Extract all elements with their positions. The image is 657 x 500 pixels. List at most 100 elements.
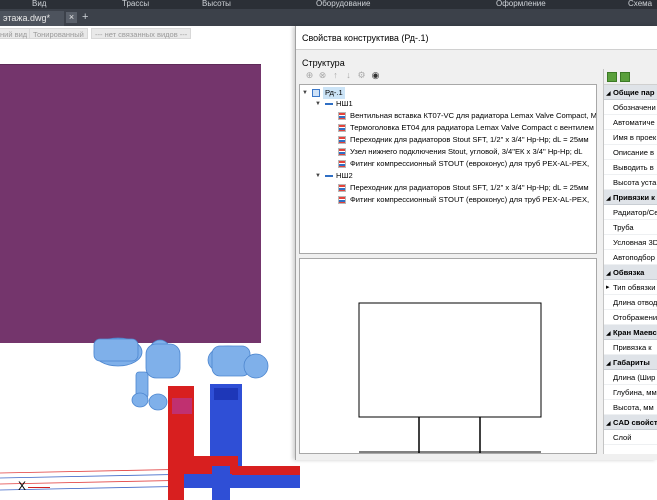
ribbon-bar: Вид Трассы Высоты Оборудование Оформлени…	[0, 0, 657, 9]
ucs-x-axis-line	[28, 487, 50, 488]
move-up-icon[interactable]: ↑	[330, 70, 341, 81]
property-label: Привязка к	[613, 343, 652, 352]
ribbon-tab-heights[interactable]: Высоты	[202, 0, 231, 8]
move-down-icon[interactable]: ↓	[343, 70, 354, 81]
tree-item-label: Вентильная вставка КТ07-VC для радиатора…	[350, 111, 597, 120]
property-category[interactable]: ◢ Привязки к	[604, 190, 657, 205]
property-label: Условная 3D	[613, 238, 657, 247]
fitting-icon	[338, 124, 346, 132]
fitting-icon	[338, 196, 346, 204]
property-row[interactable]: Труба	[604, 220, 657, 235]
tree-item[interactable]: Фитинг компрессионный STOUT (евроконус) …	[338, 194, 596, 206]
structure-label: Структура	[302, 58, 345, 68]
ucs-x-axis-label: X	[18, 479, 27, 493]
fitting-icon	[338, 160, 346, 168]
construct-properties-dialog: Свойства конструктива (Рд-.1) Структура …	[295, 26, 657, 460]
ribbon-tab-view[interactable]: Вид	[32, 0, 46, 8]
fitting-icon	[338, 136, 346, 144]
properties-toolbar	[604, 69, 657, 85]
properties-panel: ◢ Общие пар Обозначени Автоматиче Имя в прое…	[603, 69, 657, 454]
close-icon[interactable]: ×	[66, 12, 77, 23]
tree-item[interactable]: Переходник для радиаторов Stout SFT, 1/2…	[338, 134, 596, 146]
tree-item[interactable]: Вентильная вставка КТ07-VC для радиатора…	[338, 110, 597, 122]
fitting-icon	[338, 112, 346, 120]
property-label: Радиатор/Се	[613, 208, 657, 217]
radiator-piping	[0, 337, 300, 500]
property-category[interactable]: ◢ CAD свойст	[604, 415, 657, 430]
property-row[interactable]: Привязка к	[604, 340, 657, 355]
node-icon	[325, 175, 333, 177]
ribbon-tab-scheme[interactable]: Схема	[628, 0, 652, 8]
collapse-icon[interactable]: ▼	[302, 87, 308, 99]
tree-group[interactable]: ▼ НШ1	[315, 98, 595, 110]
property-label: Труба	[613, 223, 634, 232]
property-label: Кран Маевс	[613, 328, 657, 337]
property-label: Высота уста	[613, 178, 657, 187]
property-label: Габариты	[613, 358, 650, 367]
add-icon[interactable]: ⊕	[304, 70, 315, 81]
pipes	[168, 384, 300, 500]
tree-item-label: Переходник для радиаторов Stout SFT, 1/2…	[350, 135, 589, 144]
remove-icon[interactable]: ⊗	[317, 70, 328, 81]
property-row[interactable]: Обозначени	[604, 100, 657, 115]
file-tab-label: этажа.dwg*	[3, 13, 50, 23]
property-category[interactable]: ◢ Кран Маевс	[604, 325, 657, 340]
tools-icon[interactable]: ⚙	[356, 70, 367, 81]
property-label: Длина отвод	[613, 298, 657, 307]
property-row[interactable]: Глубина, мм	[604, 385, 657, 400]
property-row[interactable]: Тип обвязки	[604, 280, 657, 295]
property-label: Описание в	[613, 148, 655, 157]
new-tab-icon[interactable]: +	[82, 11, 92, 24]
property-label: Привязки к	[613, 193, 655, 202]
property-row[interactable]: Автоматиче	[604, 115, 657, 130]
property-row[interactable]: Имя в проек	[604, 130, 657, 145]
tree-item-label: Узел нижнего подключения Stout, угловой,…	[350, 147, 583, 156]
ribbon-tab-routes[interactable]: Трассы	[122, 0, 149, 8]
fitting-icon	[338, 184, 346, 192]
file-tab-bar: этажа.dwg* × +	[0, 9, 657, 26]
sort-alpha-icon[interactable]	[620, 72, 630, 82]
property-row[interactable]: Описание в	[604, 145, 657, 160]
property-row[interactable]: Высота, мм	[604, 400, 657, 415]
collapse-icon[interactable]: ▼	[315, 98, 321, 110]
property-row[interactable]: Выводить в	[604, 160, 657, 175]
file-tab[interactable]: этажа.dwg*	[0, 11, 64, 26]
property-label: Имя в проек	[613, 133, 657, 142]
tree-group[interactable]: ▼ НШ2	[315, 170, 595, 182]
property-row[interactable]: Слой	[604, 430, 657, 445]
property-row[interactable]: Длина (Шир	[604, 370, 657, 385]
property-label: Слой	[613, 433, 632, 442]
property-label: Тип обвязки	[613, 283, 656, 292]
property-label: Общие пар	[613, 88, 655, 97]
structure-tree[interactable]: ▼ Рд-.1 ▼ НШ1 Вентильная вставка КТ07-VC…	[299, 84, 597, 254]
property-row[interactable]: Условная 3D	[604, 235, 657, 250]
property-category[interactable]: ◢ Общие пар	[604, 85, 657, 100]
property-label: Отображени	[613, 313, 657, 322]
eye-icon[interactable]: ◉	[370, 70, 381, 81]
property-row[interactable]: Длина отвод	[604, 295, 657, 310]
sort-categorized-icon[interactable]	[607, 72, 617, 82]
property-label: Обозначени	[613, 103, 656, 112]
property-label: Автоматиче	[613, 118, 655, 127]
tree-item-label: Фитинг компрессионный STOUT (евроконус) …	[350, 195, 590, 204]
dialog-title: Свойства конструктива (Рд-.1)	[296, 26, 657, 50]
property-category[interactable]: ◢ Обвязка	[604, 265, 657, 280]
tree-item[interactable]: Фитинг компрессионный STOUT (евроконус) …	[338, 158, 596, 170]
ribbon-tab-design[interactable]: Оформление	[496, 0, 546, 8]
radiator-icon	[312, 89, 320, 97]
tree-item[interactable]: Переходник для радиаторов Stout SFT, 1/2…	[338, 182, 596, 194]
property-row[interactable]: Радиатор/Се	[604, 205, 657, 220]
property-row[interactable]: Автоподбор	[604, 250, 657, 265]
tree-item[interactable]: Узел нижнего подключения Stout, угловой,…	[338, 146, 596, 158]
property-row[interactable]: Высота уста	[604, 175, 657, 190]
tree-group-label: НШ1	[336, 99, 353, 108]
tree-item[interactable]: Термоголовка ЕТ04 для радиатора Lemax Va…	[338, 122, 596, 134]
property-row[interactable]: Отображени	[604, 310, 657, 325]
ribbon-tab-equipment[interactable]: Оборудование	[316, 0, 370, 8]
property-label: Глубина, мм	[613, 388, 657, 397]
structure-toolbar: ⊕ ⊗ ↑ ↓ ⚙ ◉	[302, 69, 598, 84]
property-label: Автоподбор	[613, 253, 655, 262]
collapse-icon[interactable]: ▼	[315, 170, 321, 182]
tree-group-label: НШ2	[336, 171, 353, 180]
property-category[interactable]: ◢ Габариты	[604, 355, 657, 370]
